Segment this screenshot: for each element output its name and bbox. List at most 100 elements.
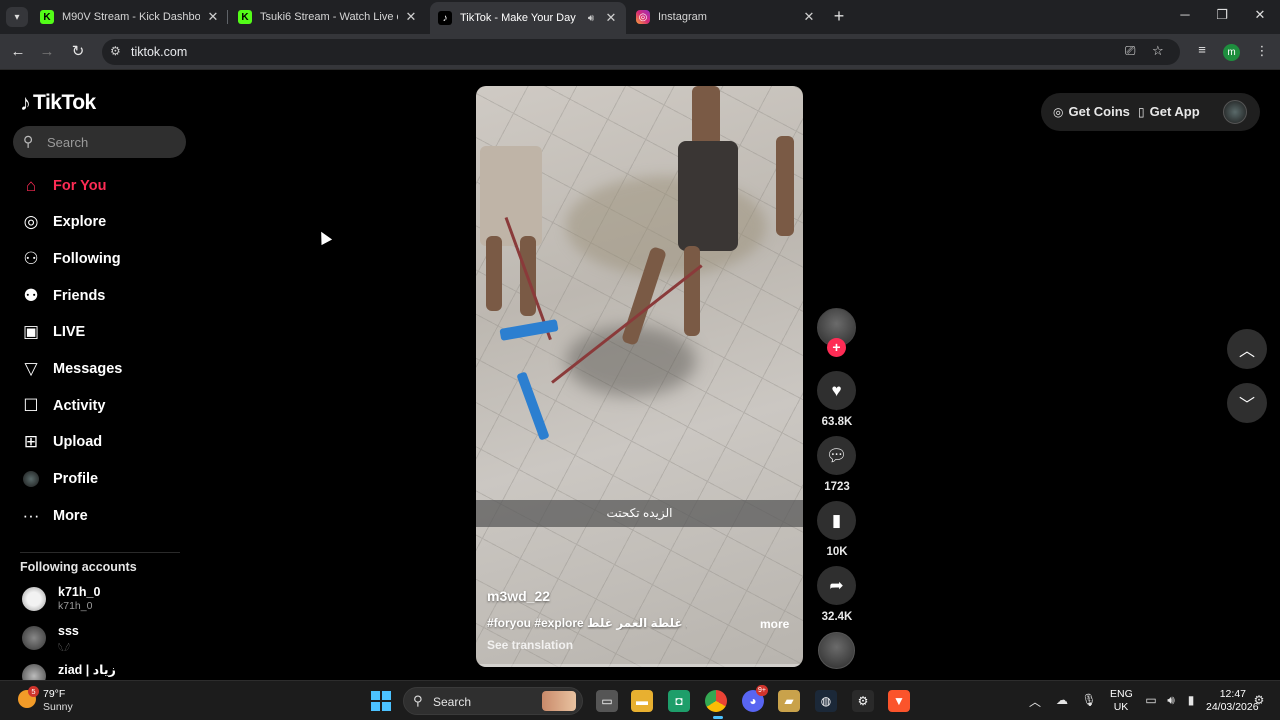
get-coins-button[interactable]: ◎ Get Coins: [1053, 104, 1130, 119]
get-app-button[interactable]: ▯ Get App: [1138, 104, 1200, 119]
address-bar[interactable]: ⚙ tiktok.com ⎚ ☆: [102, 39, 1180, 65]
brave-icon[interactable]: ▼: [888, 690, 910, 712]
browser-menu-icon[interactable]: ⋮: [1252, 43, 1272, 59]
video-description: #foryou #explore غلطة العمر غلط ...: [487, 616, 687, 630]
nav-live[interactable]: ▣ LIVE: [20, 318, 85, 346]
previous-video-button[interactable]: ︿: [1227, 329, 1267, 369]
see-translation-link[interactable]: See translation: [487, 638, 573, 652]
settings-gear-icon[interactable]: ⚙: [852, 690, 874, 712]
sidebar-divider: [20, 552, 180, 553]
system-clock[interactable]: 12:47 24/03/2026: [1206, 688, 1259, 714]
ellipsis-icon: ···: [22, 506, 40, 525]
comment-icon: 💬︎: [825, 445, 848, 465]
video-username[interactable]: m3wd_22: [487, 588, 550, 604]
network-icon[interactable]: ▭: [1142, 693, 1160, 707]
user-avatar[interactable]: [1223, 100, 1247, 124]
tab-instagram[interactable]: ◎ Instagram ✕: [628, 4, 824, 30]
follow-plus-icon[interactable]: +: [827, 338, 846, 357]
nav-messages[interactable]: ▽ Messages: [20, 355, 122, 383]
microphone-icon[interactable]: 🎙︎: [1080, 693, 1098, 707]
following-accounts-title: Following accounts: [20, 560, 137, 574]
video-progress-bar[interactable]: [476, 664, 803, 667]
phone-icon: ▯: [1138, 104, 1145, 119]
nav-activity[interactable]: ☐ Activity: [20, 392, 105, 420]
avatar: [22, 626, 46, 650]
reload-icon[interactable]: ↻: [68, 42, 88, 62]
person-figure: [678, 141, 738, 251]
screen: ▾ K M90V Stream - Kick Dashboard ✕ K Tsu…: [0, 0, 1280, 720]
app-icon-green[interactable]: ◘: [668, 690, 690, 712]
send-icon: ▽: [24, 359, 38, 378]
save-button[interactable]: ▮: [817, 501, 856, 540]
search-input[interactable]: ⚲ Search: [13, 126, 186, 158]
language-indicator[interactable]: ENG UK: [1110, 688, 1133, 714]
kick-icon: K: [238, 10, 252, 24]
tab-kick-tsuki6[interactable]: K Tsuki6 Stream - Watch Live on Kick ✕: [230, 4, 426, 30]
url-text[interactable]: tiktok.com: [131, 45, 187, 59]
cloud-offline-icon[interactable]: ☁: [1053, 693, 1071, 707]
weather-badge: 5: [28, 686, 39, 697]
profile-avatar: [20, 468, 42, 490]
comment-button[interactable]: 💬︎: [817, 436, 856, 475]
close-tab-icon[interactable]: ✕: [604, 10, 618, 26]
tiktok-logo[interactable]: ♪ TikTok: [20, 90, 96, 116]
search-highlight-image: [542, 691, 576, 711]
save-count: 10K: [826, 546, 848, 558]
close-tab-icon[interactable]: ✕: [206, 9, 220, 25]
task-view-icon[interactable]: ▭: [596, 690, 618, 712]
close-window-icon[interactable]: ✕: [1250, 7, 1270, 23]
temperature[interactable]: 79°F: [43, 688, 65, 700]
install-app-icon[interactable]: ⎚: [1125, 43, 1135, 59]
next-video-button[interactable]: ﹀: [1227, 383, 1267, 423]
windows-start-icon[interactable]: [371, 691, 391, 711]
tab-search-button[interactable]: ▾: [6, 7, 28, 27]
bookmark-star-icon[interactable]: ☆: [1152, 43, 1164, 59]
music-disc-icon[interactable]: [818, 632, 855, 669]
nav-more[interactable]: ··· More: [20, 502, 88, 530]
nav-upload[interactable]: ⊞ Upload: [20, 428, 102, 456]
volume-icon[interactable]: 🔊︎: [1162, 693, 1180, 708]
nav-for-you[interactable]: ⌂ For You: [20, 172, 107, 200]
nav-following[interactable]: ⚇ Following: [20, 245, 120, 273]
browser-profile-avatar[interactable]: m: [1223, 44, 1240, 61]
close-tab-icon[interactable]: ✕: [404, 9, 418, 25]
search-icon: ⚲: [23, 133, 34, 149]
restore-icon[interactable]: ❐: [1212, 7, 1232, 23]
speaker-icon[interactable]: 🔊︎: [584, 13, 598, 24]
coin-icon: ◎: [1053, 104, 1064, 119]
forward-icon[interactable]: →: [37, 42, 57, 62]
notification-bell-icon[interactable]: ⚙: [1250, 693, 1268, 707]
chevron-down-icon: ﹀: [1238, 397, 1255, 414]
steam-icon[interactable]: ◍: [815, 690, 837, 712]
video-player[interactable]: الزيده تكحتت m3wd_22 #foryou #explore غل…: [476, 86, 803, 667]
site-info-icon[interactable]: ⚙: [110, 44, 121, 58]
file-explorer-icon[interactable]: ▬: [631, 690, 653, 712]
back-icon[interactable]: ←: [8, 42, 28, 62]
inbox-icon: ☐: [23, 396, 39, 415]
chrome-icon[interactable]: [705, 690, 727, 712]
windows-taskbar: 5 79°F Sunny ⚲ Search ▭ ▬ ◘ ◕ 9+ ▰ ◍ ⚙ ▼…: [0, 680, 1280, 720]
battery-icon[interactable]: ▮: [1182, 693, 1200, 707]
minimize-icon[interactable]: ─: [1175, 7, 1195, 22]
home-icon: ⌂: [25, 176, 37, 195]
live-icon: ▣: [22, 322, 40, 341]
app-icon-yellow[interactable]: ▰: [778, 690, 800, 712]
like-button[interactable]: ♥: [817, 371, 856, 410]
taskbar-search[interactable]: ⚲ Search: [403, 687, 583, 715]
weather-condition[interactable]: Sunny: [43, 701, 73, 713]
search-icon: ⚲: [413, 693, 423, 708]
like-count: 63.8K: [821, 416, 853, 428]
new-tab-button[interactable]: +: [830, 6, 848, 27]
tab-kick-dashboard[interactable]: K M90V Stream - Kick Dashboard ✕: [32, 4, 228, 30]
tab-tiktok[interactable]: ♪ TikTok - Make Your Day 🔊︎ ✕: [430, 2, 626, 34]
more-button[interactable]: more: [760, 617, 789, 631]
nav-friends[interactable]: ⚉ Friends: [20, 282, 105, 310]
media-controls-icon[interactable]: ≡: [1192, 42, 1212, 57]
nav-profile[interactable]: Profile: [20, 465, 98, 493]
nav-explore[interactable]: ◎ Explore: [20, 208, 107, 236]
compass-icon: ◎: [23, 212, 39, 231]
chevron-up-icon[interactable]: ︿: [1026, 693, 1044, 710]
tiktok-icon: ♪: [438, 11, 452, 25]
share-button[interactable]: ➦: [817, 566, 856, 605]
close-tab-icon[interactable]: ✕: [802, 9, 816, 25]
